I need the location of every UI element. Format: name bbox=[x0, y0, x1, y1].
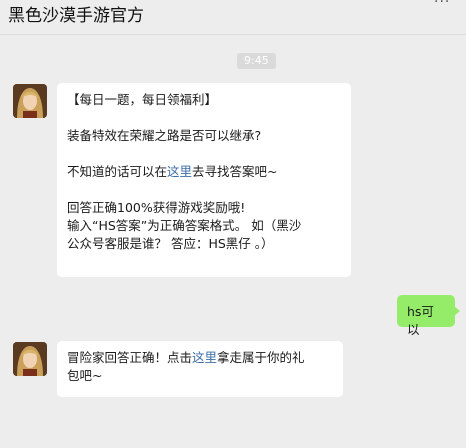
message-bubble-reward: 冒险家回答正确！点击这里拿走属于你的礼 包吧~ bbox=[57, 341, 343, 397]
quiz-question: 装备特效在荣耀之路是否可以继承? bbox=[67, 128, 262, 143]
quiz-format-line2: 公众号客服是谁？ 答应：HS黑仔 。） bbox=[67, 236, 274, 251]
answer-link[interactable]: 这里 bbox=[167, 164, 192, 179]
character-avatar-icon bbox=[13, 342, 47, 376]
time-stamp: 9:45 bbox=[237, 53, 276, 69]
reward-line2: 包吧~ bbox=[67, 368, 103, 383]
reward-line1: 冒险家回答正确！点击这里拿走属于你的礼 bbox=[67, 350, 305, 365]
title-bar: 黑色沙漠手游官方 ··· bbox=[0, 0, 466, 34]
character-avatar-icon bbox=[13, 84, 47, 118]
more-dots-icon[interactable]: ··· bbox=[434, 0, 454, 9]
user-message-text: hs可以 bbox=[407, 304, 434, 337]
message-bubble-quiz: 【每日一题，每日领福利】 装备特效在荣耀之路是否可以继承? 不知道的话可以在这里… bbox=[57, 83, 351, 277]
quiz-reward: 回答正确100%获得游戏奖励哦! bbox=[67, 200, 246, 215]
message-bubble-user: hs可以 bbox=[397, 295, 460, 337]
quiz-heading: 【每日一题，每日领福利】 bbox=[67, 92, 218, 107]
chat-title: 黑色沙漠手游官方 bbox=[8, 6, 144, 26]
sender-avatar[interactable] bbox=[13, 84, 47, 118]
quiz-hint: 不知道的话可以在这里去寻找答案吧~ bbox=[67, 164, 278, 179]
reward-link[interactable]: 这里 bbox=[192, 350, 217, 365]
quiz-format-line1: 输入“HS答案”为正确答案格式。 如（黑沙 bbox=[67, 218, 302, 233]
header-divider bbox=[0, 34, 466, 35]
sender-avatar[interactable] bbox=[13, 342, 47, 376]
